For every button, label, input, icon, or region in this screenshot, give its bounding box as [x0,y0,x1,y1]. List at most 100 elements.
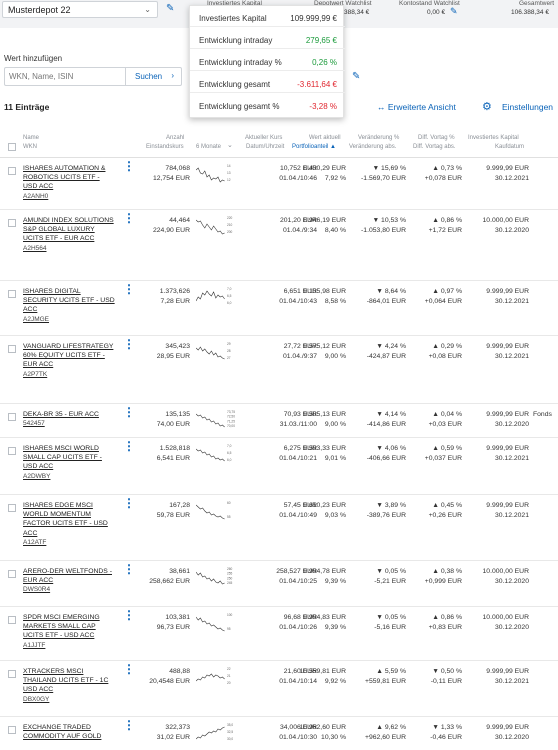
row-menu-icon[interactable]: ⋮ [123,609,135,621]
advanced-view-link[interactable]: ↔ Erweiterte Ansicht [377,102,456,112]
portfolio-select[interactable]: Musterdepot 22 ⌄ [2,1,158,18]
header-diff[interactable]: Diff. Vortag % [418,134,455,143]
header-veraenderung[interactable]: Veränderung % [358,134,399,143]
security-name-link[interactable]: EXCHANGE TRADED COMMODITY AUF GOLD [23,723,115,741]
search-button[interactable]: Suchen › [125,68,181,85]
security-name: SPDR MSCI EMERGING MARKETS SMALL CAP UCI… [23,614,100,640]
cell-einstandskurs: 59,78 EUR [156,512,190,519]
header-6-monate[interactable]: 6 Monate [196,143,221,152]
search-input[interactable] [9,70,121,83]
chevron-right-icon: › [171,71,174,80]
settings-icon[interactable]: ⚙ [482,100,492,113]
security-name: ARERO-DER WELTFONDS - EUR ACC [23,568,112,585]
cell-datum: 01.04./10:46 [279,175,317,182]
row-checkbox[interactable] [8,447,16,455]
header-einstandskurs[interactable]: Einstandskurs [146,143,184,152]
table-row[interactable]: ISHARES EDGE MSCI WORLD MOMENTUM FACTOR … [0,495,558,561]
row-checkbox[interactable] [8,345,16,353]
row-menu-icon[interactable]: ⋮ [123,663,135,675]
popup-value: -3,28 % [309,102,337,111]
cell-datum: 01.04./10:30 [279,734,317,741]
spark-axis-label: 220 [227,216,233,220]
header-kurs[interactable]: Aktueller Kurs [245,134,282,143]
dropdown-icon[interactable]: ⌄ [227,141,233,150]
row-checkbox[interactable] [8,570,16,578]
header-anzahl[interactable]: Anzahl [166,134,184,143]
popup-row-gesamt: Entwicklung gesamt -3.611,64 € [190,75,345,93]
row-checkbox[interactable] [8,726,16,734]
cell-diff: ▼ 0,50 % [432,668,462,675]
table-row[interactable]: ISHARES MSCI WORLD SMALL CAP UCITS ETF -… [0,438,558,495]
spark-axis-label: 245 [227,581,233,585]
cell-veraenderung-abs: -5,16 EUR [374,624,406,631]
security-name-link[interactable]: ARERO-DER WELTFONDS - EUR ACC DWS0R4 [23,567,115,595]
security-name-link[interactable]: AMUNDI INDEX SOLUTIONS S&P GLOBAL LUXURY… [23,216,115,253]
table-row[interactable]: SPDR MSCI EMERGING MARKETS SMALL CAP UCI… [0,607,558,661]
cell-diff: ▲ 0,29 % [432,343,462,350]
header-portfolioanteil[interactable]: Portfolioanteil ▲ [292,143,336,152]
row-checkbox[interactable] [8,290,16,298]
cell-einstandskurs: 224,90 EUR [152,227,190,234]
security-name-link[interactable]: ISHARES DIGITAL SECURITY UCITS ETF - USD… [23,287,115,324]
header-datum[interactable]: Datum/Uhrzeit [246,143,284,152]
popup-row-intraday: Entwicklung intraday 279,65 € [190,31,345,49]
header-veraenderung-abs[interactable]: Veränderung abs. [349,143,396,152]
cell-diff: ▲ 0,45 % [432,502,462,509]
security-wkn: A2H564 [23,244,47,252]
table-row[interactable]: AMUNDI INDEX SOLUTIONS S&P GLOBAL LUXURY… [0,210,558,281]
table-row[interactable]: DEKA-BR 35 - EUR ACC 542457 ⋮ 135,135 74,00 … [0,404,558,438]
cell-einstandskurs: 12,754 EUR [152,175,190,182]
row-menu-icon[interactable]: ⋮ [123,440,135,452]
table-row[interactable]: ISHARES DIGITAL SECURITY UCITS ETF - USD… [0,281,558,336]
settings-link[interactable]: Einstellungen [502,102,553,112]
spark-axis-label: 29 [227,342,231,346]
table-row[interactable]: EXCHANGE TRADED COMMODITY AUF GOLD ⋮ 322,3… [0,717,558,750]
row-menu-icon[interactable]: ⋮ [123,283,135,295]
row-checkbox[interactable] [8,670,16,678]
cell-wert: 8.946,19 EUR [303,217,346,224]
security-name-link[interactable]: ISHARES AUTOMATION & ROBOTICS UCITS ETF … [23,164,115,201]
row-menu-icon[interactable]: ⋮ [123,160,135,172]
cell-kapital: 9.999,99 EUR [486,343,529,350]
security-name-link[interactable]: SPDR MSCI EMERGING MARKETS SMALL CAP UCI… [23,613,115,650]
row-checkbox[interactable] [8,167,16,175]
select-all-checkbox[interactable] [8,143,16,151]
security-name-link[interactable]: DEKA-BR 35 - EUR ACC 542457 [23,410,115,428]
header-kaufdatum[interactable]: Kaufdatum [495,143,524,152]
row-menu-icon[interactable]: ⋮ [123,497,135,509]
spark-axis-label: 32,5 [227,730,233,734]
cell-kapital: 10.000,00 EUR [482,217,529,224]
header-diff-abs[interactable]: Diff. Vortag abs. [413,143,456,152]
row-checkbox[interactable] [8,504,16,512]
row-menu-icon[interactable]: ⋮ [123,406,135,418]
table-row[interactable]: VANGUARD LIFESTRATEGY 60% EQUITY UCITS E… [0,336,558,404]
table-row[interactable]: ARERO-DER WELTFONDS - EUR ACC DWS0R4 ⋮ 38,6… [0,561,558,607]
row-menu-icon[interactable]: ⋮ [123,563,135,575]
header-wert[interactable]: Wert aktuell [309,134,341,143]
cell-datum: 01.04./9:37 [282,353,317,360]
table-row[interactable]: XTRACKERS MSCI THAILAND UCITS ETF - 1C U… [0,661,558,717]
edit-entry-icon[interactable]: ✎ [352,71,360,82]
header-wkn[interactable]: WKN [23,143,37,152]
row-menu-icon[interactable]: ⋮ [123,719,135,731]
table-row[interactable]: ISHARES AUTOMATION & ROBOTICS UCITS ETF … [0,158,558,210]
sparkline-chart: 7,0 6,5 6,0 [196,444,232,462]
security-name-link[interactable]: VANGUARD LIFESTRATEGY 60% EQUITY UCITS E… [23,342,115,379]
security-name-link[interactable]: XTRACKERS MSCI THAILAND UCITS ETF - 1C U… [23,667,115,704]
cell-anzahl: 135,135 [165,411,190,418]
row-menu-icon[interactable]: ⋮ [123,338,135,350]
row-checkbox[interactable] [8,413,16,421]
cell-diff-abs: -0,11 EUR [430,678,462,685]
cell-kaufdatum: 30.12.2020 [494,578,529,585]
edit-portfolio-icon[interactable]: ✎ [166,3,174,14]
row-checkbox[interactable] [8,616,16,624]
security-name-link[interactable]: ISHARES MSCI WORLD SMALL CAP UCITS ETF -… [23,444,115,481]
security-name-link[interactable]: ISHARES EDGE MSCI WORLD MOMENTUM FACTOR … [23,501,115,547]
spark-axis-label: 6,5 [227,451,232,455]
cell-portfolioanteil: 9,39 % [324,578,346,585]
header-kapital[interactable]: Investiertes Kapital [468,134,519,143]
row-menu-icon[interactable]: ⋮ [123,212,135,224]
edit-kontostand-icon[interactable]: ✎ [450,6,458,17]
row-checkbox[interactable] [8,219,16,227]
header-name[interactable]: Name [23,134,39,143]
